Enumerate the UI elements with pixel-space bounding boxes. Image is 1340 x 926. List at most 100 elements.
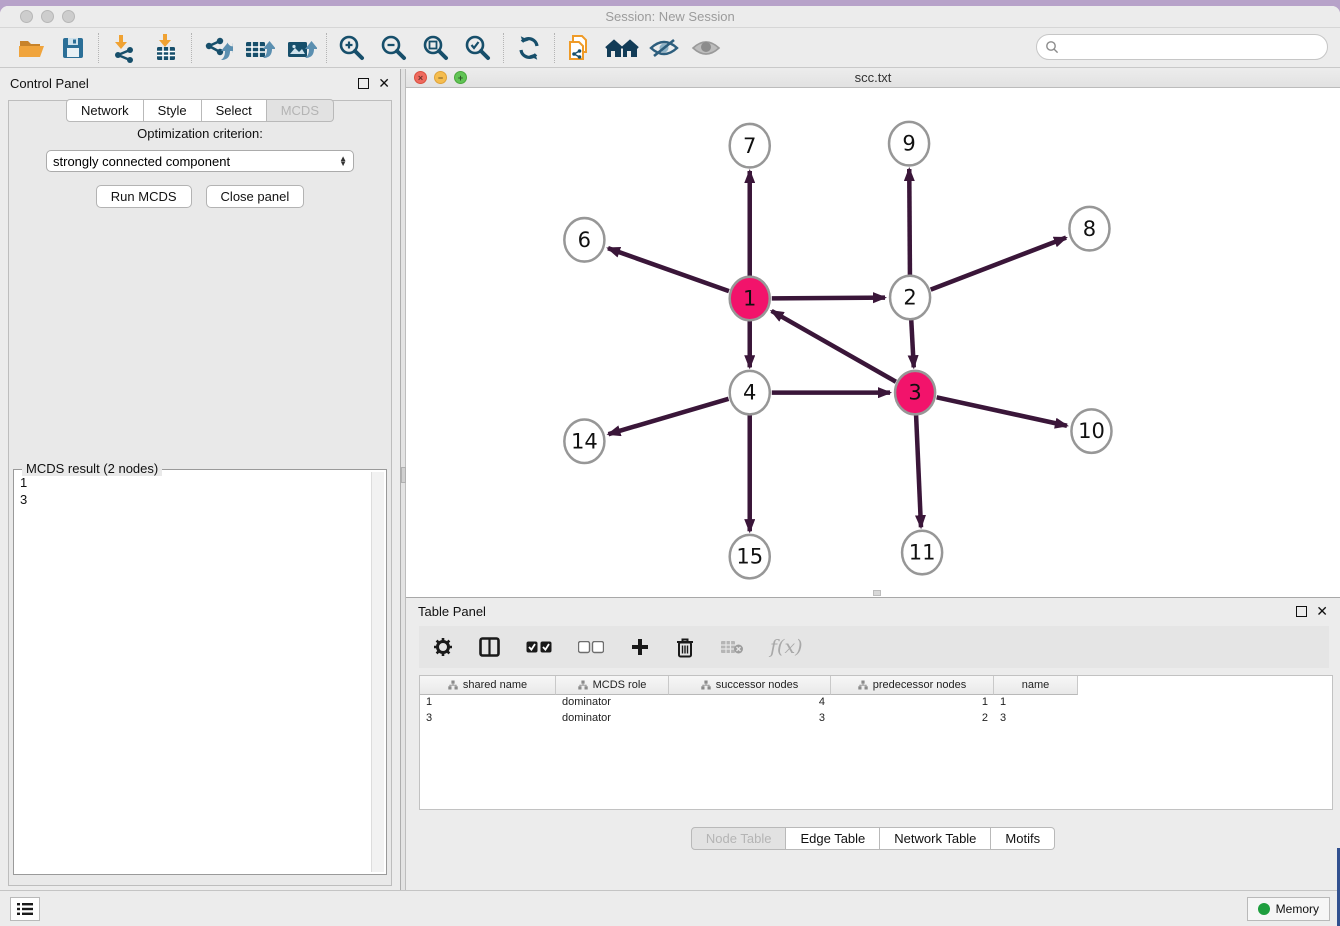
network-edge-2-9[interactable] [909,169,910,275]
tab-network[interactable]: Network [66,99,144,122]
close-window-button[interactable] [20,10,33,23]
network-node-2[interactable]: 2 [890,276,930,320]
add-column-button[interactable] [630,637,650,657]
export-table-button[interactable] [238,32,280,64]
zoom-in-button[interactable] [331,32,373,64]
network-edge-3-10[interactable] [937,397,1067,425]
float-panel-button[interactable] [358,78,369,89]
deselect-all-button[interactable] [578,641,604,654]
select-all-button[interactable] [526,641,552,654]
table-cell[interactable]: dominator [556,695,669,711]
task-history-button[interactable] [10,897,40,921]
result-scrollbar[interactable] [371,472,384,872]
column-header-shared-name[interactable]: shared name [420,676,556,695]
table-cell[interactable]: 1 [420,695,556,711]
network-node-7[interactable]: 7 [730,124,770,168]
network-window-titlebar: × − + scc.txt [406,69,1340,88]
tab-network-table[interactable]: Network Table [880,827,991,850]
network-node-14[interactable]: 14 [564,419,604,463]
table-cell[interactable]: 3 [420,711,556,727]
network-edge-1-2[interactable] [772,298,885,299]
duplicate-network-button[interactable] [559,32,601,64]
network-node-10[interactable]: 10 [1071,409,1111,453]
optimization-criterion-label: Optimization criterion: [9,126,391,141]
delete-table-button [720,639,744,655]
tab-node-table[interactable]: Node Table [691,827,787,850]
network-node-9[interactable]: 9 [889,122,929,166]
network-zoom-button[interactable]: + [454,71,467,84]
close-panel-button[interactable]: ✕ [378,78,390,89]
export-image-button[interactable] [280,32,322,64]
network-node-3[interactable]: 3 [895,371,935,415]
network-edge-2-8[interactable] [931,238,1066,290]
table-cell[interactable]: 2 [831,711,994,727]
network-edge-3-11[interactable] [916,415,921,527]
network-edge-1-6[interactable] [608,248,729,291]
hide-selected-button[interactable] [643,32,685,64]
delete-column-button[interactable] [676,637,694,658]
export-network-icon [201,33,233,63]
network-edge-3-1[interactable] [772,311,896,382]
refresh-view-button[interactable] [508,32,550,64]
zoom-selected-icon [463,33,493,63]
network-canvas[interactable]: 7 9 6 8 1 2 4 3 14 10 15 11 [406,88,1340,597]
network-node-8[interactable]: 8 [1069,207,1109,251]
table-cell[interactable]: 1 [831,695,994,711]
run-mcds-button[interactable]: Run MCDS [96,185,192,208]
network-edge-2-3[interactable] [911,320,914,368]
zoom-selected-button[interactable] [457,32,499,64]
tab-mcds[interactable]: MCDS [267,99,334,122]
table-cell[interactable]: 3 [994,711,1078,727]
close-panel-button-2[interactable]: Close panel [206,185,305,208]
network-minimize-button[interactable]: − [434,71,447,84]
network-view-window: × − + scc.txt 7 9 6 8 1 2 4 3 14 10 15 11 [406,69,1340,598]
float-table-panel-button[interactable] [1296,606,1307,617]
criterion-dropdown[interactable]: strongly connected component ▲▼ [46,150,354,172]
network-node-11[interactable]: 11 [902,531,942,575]
table-row[interactable]: 1dominator411 [420,695,1332,711]
table-row[interactable]: 3dominator323 [420,711,1332,727]
node-table[interactable]: shared nameMCDS rolesuccessor nodesprede… [419,675,1333,810]
mcds-result-text[interactable]: 1 3 [16,472,370,872]
network-graph[interactable]: 7 9 6 8 1 2 4 3 14 10 15 11 [406,88,1340,597]
table-cell[interactable]: 3 [669,711,831,727]
tab-style[interactable]: Style [144,99,202,122]
network-edge-4-14[interactable] [608,399,728,434]
network-close-button[interactable]: × [414,71,427,84]
column-header-name[interactable]: name [994,676,1078,695]
search-input[interactable] [1064,40,1327,55]
tab-edge-table[interactable]: Edge Table [786,827,880,850]
memory-button[interactable]: Memory [1247,897,1330,921]
search-field[interactable] [1036,34,1328,60]
table-cell[interactable]: 1 [994,695,1078,711]
zoom-out-button[interactable] [373,32,415,64]
network-splitter-grip-icon[interactable] [873,590,881,596]
memory-label: Memory [1276,902,1319,916]
network-node-4[interactable]: 4 [730,371,770,415]
table-cell[interactable]: dominator [556,711,669,727]
column-header-MCDS-role[interactable]: MCDS role [556,676,669,695]
tab-select[interactable]: Select [202,99,267,122]
import-table-button[interactable] [145,32,187,64]
export-network-button[interactable] [196,32,238,64]
table-settings-button[interactable] [433,637,453,657]
save-session-button[interactable] [52,32,94,64]
network-window-title: scc.txt [406,70,1340,85]
show-all-button[interactable] [685,32,727,64]
network-node-1[interactable]: 1 [730,277,770,321]
maximize-window-button[interactable] [62,10,75,23]
network-node-6[interactable]: 6 [564,218,604,262]
first-neighbors-button[interactable] [601,32,643,64]
table-cell[interactable]: 4 [669,695,831,711]
close-table-panel-button[interactable]: ✕ [1316,606,1328,617]
minimize-window-button[interactable] [41,10,54,23]
network-node-15[interactable]: 15 [730,535,770,579]
column-header-successor-nodes[interactable]: successor nodes [669,676,831,695]
import-network-button[interactable] [103,32,145,64]
tab-motifs[interactable]: Motifs [991,827,1055,850]
open-file-button[interactable] [10,32,52,64]
show-columns-button[interactable] [479,637,500,657]
zoom-fit-button[interactable] [415,32,457,64]
column-header-predecessor-nodes[interactable]: predecessor nodes [831,676,994,695]
toolbar-separator [98,33,99,63]
